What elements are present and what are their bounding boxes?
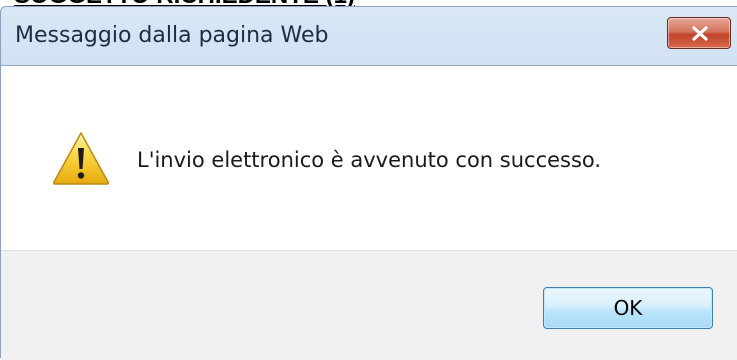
dialog-footer: OK: [1, 250, 737, 360]
dialog-body: L'invio elettronico è avvenuto con succe…: [1, 65, 737, 360]
ok-button[interactable]: OK: [543, 287, 713, 329]
dialog-title: Messaggio dalla pagina Web: [15, 23, 329, 48]
close-button[interactable]: [667, 17, 731, 49]
dialog-message: L'invio elettronico è avvenuto con succe…: [137, 148, 602, 172]
warning-icon: [52, 132, 110, 185]
dialog-titlebar[interactable]: Messaggio dalla pagina Web: [1, 7, 737, 65]
message-dialog: Messaggio dalla pagina Web L'invio elett…: [0, 6, 737, 360]
close-icon: [692, 26, 708, 41]
